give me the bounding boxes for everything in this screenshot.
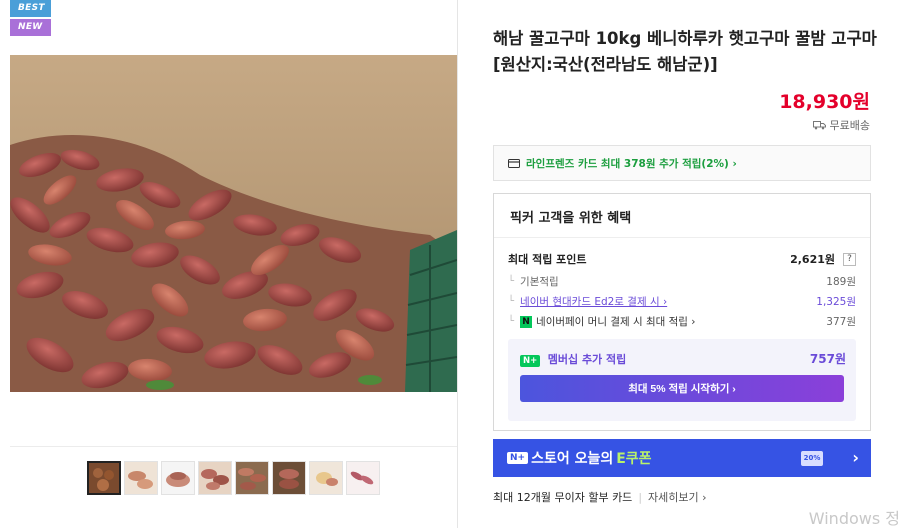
benefit-divider bbox=[494, 237, 870, 238]
max-points-value: 2,621원 bbox=[790, 253, 835, 266]
product-main-image[interactable] bbox=[10, 55, 457, 392]
membership-label: 멤버십 추가 적립 bbox=[547, 352, 627, 366]
basic-points-label: 기본적립 bbox=[520, 276, 559, 288]
delivery-info: 무료배송 bbox=[812, 117, 870, 133]
basic-points-value: 189원 bbox=[826, 276, 856, 288]
npay-link[interactable]: 네이버페이 머니 결제 시 최대 적립 › bbox=[536, 314, 695, 329]
thumbs-divider bbox=[10, 446, 457, 447]
product-info: 해남 꿀고구마 10kg 베니하루카 햇고구마 꿀밤 고구마 [원산지:국산(전… bbox=[458, 0, 900, 528]
thumbnail-3[interactable] bbox=[161, 461, 195, 495]
best-badge: BEST bbox=[10, 0, 51, 17]
coupon-ticket-icon: 20% bbox=[801, 451, 823, 466]
coupon-prefix: 스토어 오늘의 bbox=[531, 451, 614, 467]
ecoupon-banner[interactable]: N+ 스토어 오늘의 E쿠폰 20% › bbox=[493, 439, 871, 477]
installment-divider: | bbox=[638, 490, 643, 504]
thumbnail-5[interactable] bbox=[235, 461, 269, 495]
npay-icon: N bbox=[520, 315, 533, 328]
delivery-text: 무료배송 bbox=[829, 119, 870, 132]
npay-row: └ N 네이버페이 머니 결제 시 최대 적립 › 377원 bbox=[508, 314, 856, 329]
truck-icon bbox=[812, 121, 826, 130]
card-promo-text: 라인프렌즈 카드 최대 378원 추가 적립(2%) › bbox=[526, 157, 737, 170]
thumbnail-1[interactable] bbox=[87, 461, 121, 495]
installment-detail-link[interactable]: 자세히보기 › bbox=[648, 489, 707, 505]
max-points-row: 최대 적립 포인트 2,621원 ? bbox=[508, 251, 856, 267]
sweet-potato-photo bbox=[10, 55, 457, 392]
new-badge: NEW bbox=[10, 19, 51, 36]
thumbnail-7[interactable] bbox=[309, 461, 343, 495]
npay-value: 377원 bbox=[826, 316, 856, 328]
max-points-label: 최대 적립 포인트 bbox=[508, 253, 587, 266]
installment-info: 최대 12개월 무이자 할부 카드 | 자세히보기 › bbox=[493, 489, 707, 505]
thumbnail-strip bbox=[87, 461, 380, 495]
nplus-badge: N+ bbox=[520, 354, 541, 367]
thumbnail-6[interactable] bbox=[272, 461, 306, 495]
windows-watermark: Windows 정 bbox=[808, 509, 900, 528]
product-title: 해남 꿀고구마 10kg 베니하루카 햇고구마 꿀밤 고구마 [원산지:국산(전… bbox=[493, 29, 877, 74]
credit-card-icon bbox=[508, 158, 520, 168]
nplus-badge-white: N+ bbox=[507, 452, 529, 464]
start-membership-button[interactable]: 최대 5% 적립 시작하기 › bbox=[520, 375, 844, 402]
installment-label: 최대 12개월 무이자 할부 카드 bbox=[493, 491, 633, 504]
membership-panel: N+ 멤버십 추가 적립 757원 최대 5% 적립 시작하기 › bbox=[508, 339, 856, 421]
thumbnail-2[interactable] bbox=[124, 461, 158, 495]
benefit-box: 픽커 고객을 위한 혜택 최대 적립 포인트 2,621원 ? └ 기본적립 18… bbox=[493, 193, 871, 431]
hyundai-card-value: 1,325원 bbox=[816, 296, 856, 308]
hyundai-card-link[interactable]: 네이버 현대카드 Ed2로 결제 시 › bbox=[520, 294, 667, 309]
membership-value: 757원 bbox=[809, 352, 846, 366]
chevron-right-icon[interactable]: › bbox=[852, 448, 859, 467]
membership-row: N+ 멤버십 추가 적립 757원 bbox=[520, 350, 846, 367]
product-price: 18,930원 bbox=[779, 91, 870, 113]
thumbnail-4[interactable] bbox=[198, 461, 232, 495]
card-promo-banner[interactable]: 라인프렌즈 카드 최대 378원 추가 적립(2%) › bbox=[493, 145, 871, 181]
basic-points-row: └ 기본적립 189원 bbox=[508, 276, 856, 288]
product-gallery: BEST NEW bbox=[0, 0, 458, 528]
hyundai-card-row: └ 네이버 현대카드 Ed2로 결제 시 › 1,325원 bbox=[508, 294, 856, 309]
ecoupon-highlight: E쿠폰 bbox=[616, 451, 652, 467]
help-icon[interactable]: ? bbox=[843, 252, 856, 266]
benefit-title: 픽커 고객을 위한 혜택 bbox=[510, 211, 632, 226]
thumbnail-8[interactable] bbox=[346, 461, 380, 495]
